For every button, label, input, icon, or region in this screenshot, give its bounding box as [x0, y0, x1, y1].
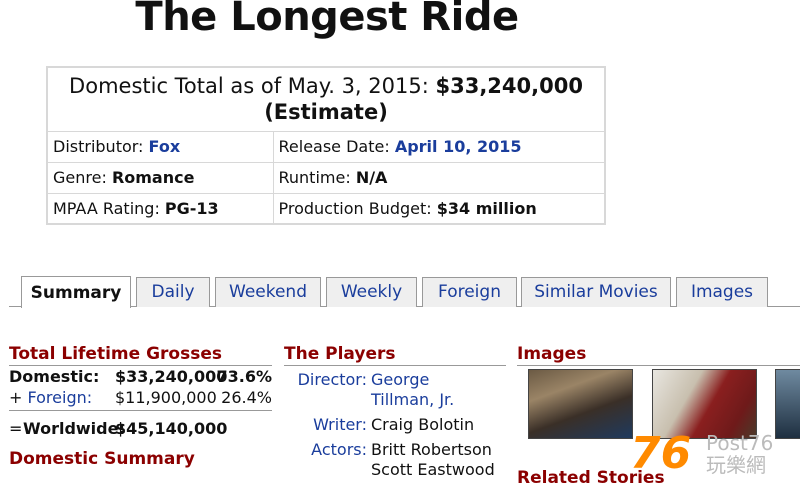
- foreign-pct: 26.4%: [221, 388, 272, 407]
- genre-cell: Genre: Romance: [46, 161, 274, 194]
- domestic-label: Domestic:: [9, 367, 100, 386]
- runtime-label: Runtime:: [278, 168, 351, 187]
- tab-similar-movies[interactable]: Similar Movies: [521, 277, 671, 307]
- tab-images[interactable]: Images: [676, 277, 768, 307]
- tab-daily[interactable]: Daily: [136, 277, 210, 307]
- tab-weekend[interactable]: Weekend: [215, 277, 321, 307]
- watermark-logo: 76 Post76 玩樂網: [630, 428, 773, 479]
- writer-row: Writer: Craig Bolotin: [284, 415, 506, 435]
- actors-row: Actors: Britt Robertson Scott Eastwood: [284, 440, 506, 480]
- total-note: (Estimate): [264, 100, 388, 125]
- tab-summary[interactable]: Summary: [21, 276, 131, 308]
- release-date-cell: Release Date: April 10, 2015: [272, 130, 606, 163]
- tab-foreign[interactable]: Foreign: [422, 277, 517, 307]
- budget-value: $34 million: [436, 198, 537, 218]
- actor-1: Britt Robertson: [371, 440, 492, 459]
- page-title: The Longest Ride: [135, 0, 519, 40]
- actors-label: Actors:: [311, 440, 367, 459]
- foreign-link[interactable]: Foreign:: [28, 388, 93, 407]
- release-label: Release Date:: [278, 137, 390, 156]
- worldwide-eq: =: [9, 418, 23, 438]
- genre-value: Romance: [111, 168, 195, 187]
- mpaa-cell: MPAA Rating: PG-13: [46, 192, 274, 225]
- distributor-cell: Distributor: Fox: [46, 130, 274, 163]
- director-link[interactable]: George Tillman, Jr.: [371, 370, 496, 410]
- worldwide-value: $45,140,000: [115, 418, 228, 438]
- players-heading: The Players: [284, 344, 506, 366]
- release-date-link[interactable]: April 10, 2015: [395, 137, 522, 156]
- distributor-link[interactable]: Fox: [149, 137, 181, 156]
- mpaa-value: PG-13: [164, 198, 219, 218]
- domestic-total-cell: Domestic Total as of May. 3, 2015: $33,2…: [46, 66, 606, 132]
- lifetime-grosses-heading: Total Lifetime Grosses: [9, 344, 272, 366]
- budget-cell: Production Budget: $34 million: [272, 192, 606, 225]
- worldwide-row: = Worldwide: $45,140,000: [9, 417, 272, 439]
- domestic-summary-heading: Domestic Summary: [9, 449, 195, 469]
- movie-image-thumbnail[interactable]: [528, 369, 633, 439]
- runtime-value: N/A: [355, 168, 388, 187]
- foreign-plus: +: [9, 388, 23, 407]
- worldwide-label: Worldwide:: [23, 418, 125, 438]
- tab-weekly[interactable]: Weekly: [326, 277, 417, 307]
- director-row: Director: George Tillman, Jr.: [284, 370, 506, 410]
- total-value: $33,240,000: [435, 74, 583, 99]
- domestic-pct: 73.6%: [216, 367, 272, 386]
- actor-2: Scott Eastwood: [371, 460, 495, 479]
- tab-bar: Summary Daily Weekend Weekly Foreign Sim…: [9, 276, 800, 308]
- watermark-text-top: Post76: [706, 431, 773, 455]
- watermark-number: 76: [630, 428, 691, 479]
- players-section: The Players Director: George Tillman, Jr…: [284, 344, 506, 480]
- director-label: Director:: [297, 370, 367, 389]
- budget-label: Production Budget:: [278, 198, 432, 218]
- writer-value: Craig Bolotin: [371, 415, 475, 434]
- lifetime-grosses-section: Total Lifetime Grosses Domestic: $33,240…: [9, 344, 272, 469]
- total-prefix: Domestic Total as of May. 3, 2015:: [69, 74, 429, 99]
- images-heading: Images: [517, 344, 800, 366]
- movie-info-table: Domestic Total as of May. 3, 2015: $33,2…: [46, 66, 606, 225]
- distributor-label: Distributor:: [53, 137, 144, 156]
- images-section: Images Related Stories: [517, 344, 800, 488]
- watermark-text-bottom: 玩樂網: [706, 453, 766, 477]
- mpaa-label: MPAA Rating:: [53, 198, 160, 218]
- runtime-cell: Runtime: N/A: [272, 161, 606, 194]
- foreign-value: $11,900,000: [115, 388, 217, 407]
- writer-label: Writer:: [313, 415, 367, 434]
- foreign-row: + Foreign: $11,900,000 26.4%: [9, 387, 272, 411]
- domestic-value: $33,240,000: [115, 367, 228, 386]
- domestic-row: Domestic: $33,240,000 73.6%: [9, 366, 272, 387]
- genre-label: Genre:: [53, 168, 107, 187]
